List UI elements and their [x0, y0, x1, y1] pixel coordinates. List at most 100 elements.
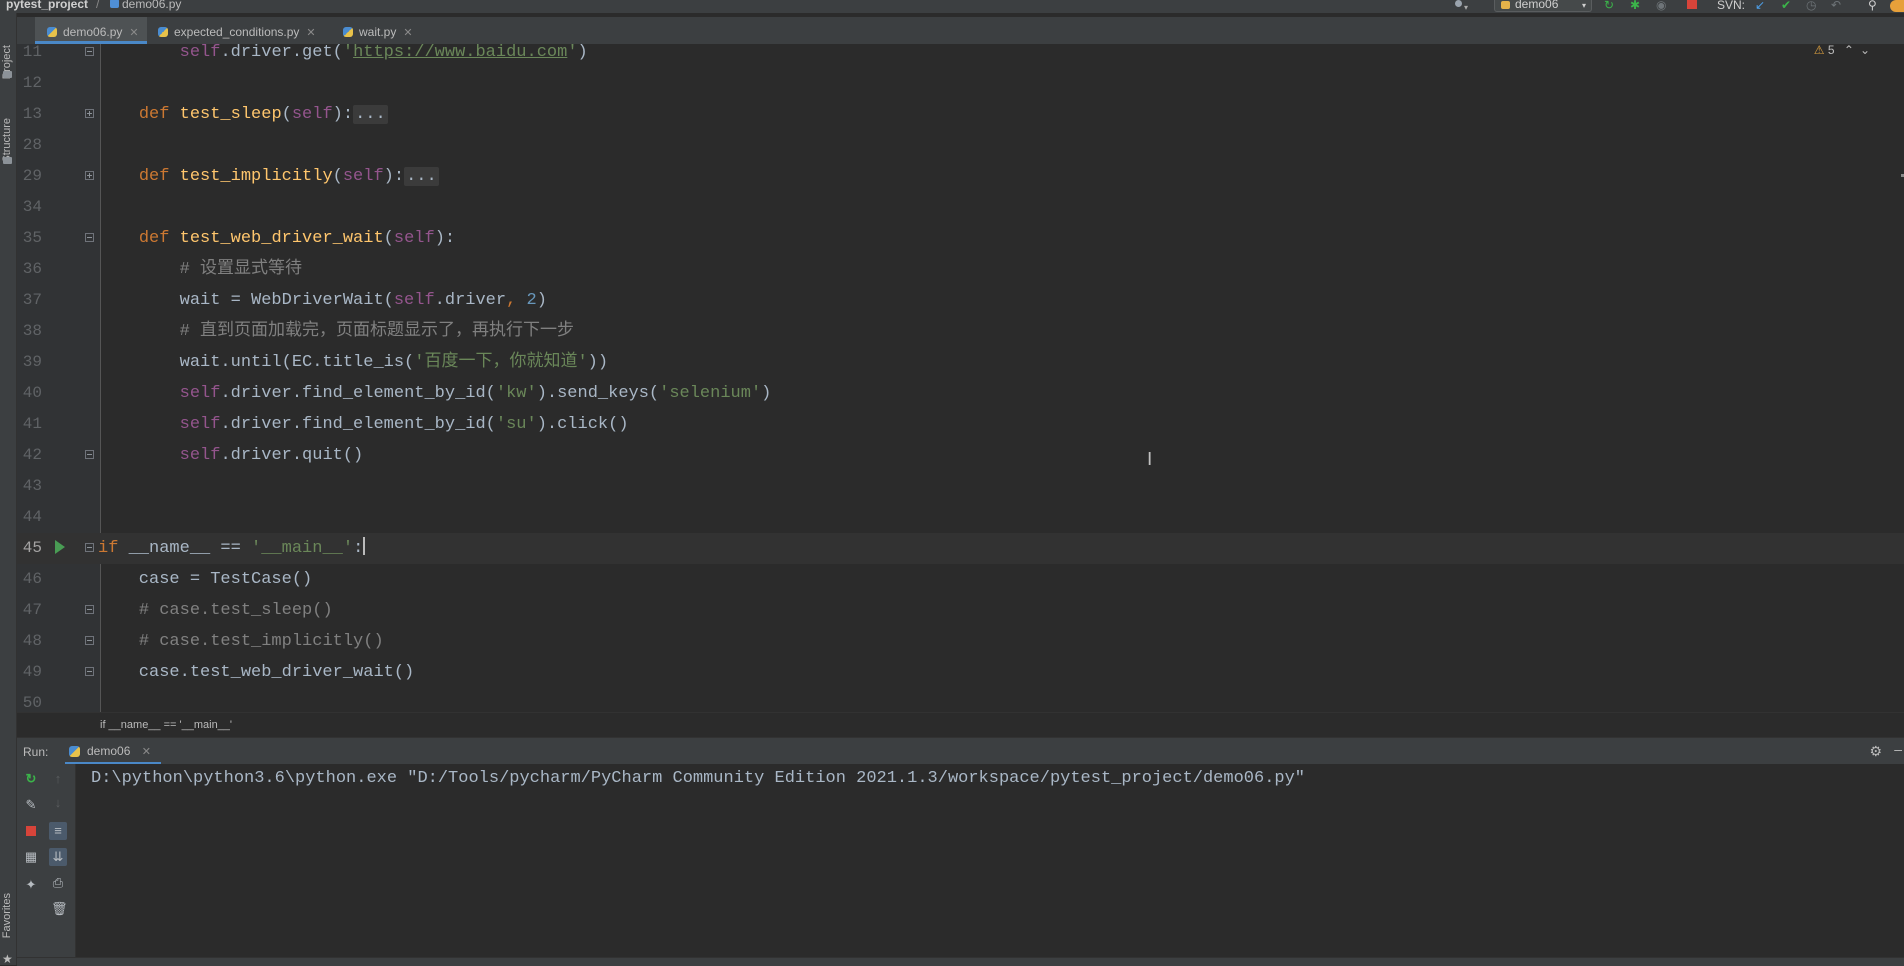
- code-line[interactable]: 12: [17, 68, 1904, 99]
- line-number[interactable]: 41: [17, 409, 42, 440]
- print-icon[interactable]: ⎙: [51, 876, 65, 890]
- coverage-icon[interactable]: ◉: [1656, 0, 1668, 11]
- code-line[interactable]: 46 case = TestCase(): [17, 564, 1904, 595]
- run-console[interactable]: D:\python\python3.6\python.exe "D:/Tools…: [76, 764, 1904, 957]
- run-config-selector[interactable]: demo06 ▾: [1494, 0, 1592, 12]
- user-icon[interactable]: ▾: [1450, 0, 1472, 12]
- code-line[interactable]: 47 # case.test_sleep(): [17, 595, 1904, 626]
- line-number[interactable]: 39: [17, 347, 42, 378]
- close-icon[interactable]: ✕: [142, 746, 151, 758]
- code-line[interactable]: 28: [17, 130, 1904, 161]
- line-number[interactable]: 11: [17, 44, 42, 68]
- code-text[interactable]: if __name__ == '__main__':: [98, 533, 366, 564]
- search-icon[interactable]: ⚲: [1868, 0, 1877, 11]
- code-line[interactable]: 40 self.driver.find_element_by_id('kw').…: [17, 378, 1904, 409]
- fold-icon[interactable]: [85, 667, 94, 676]
- code-line[interactable]: 49 case.test_web_driver_wait(): [17, 657, 1904, 688]
- svn-update-icon[interactable]: ↙: [1755, 0, 1765, 11]
- arrow-down-icon[interactable]: ↓: [51, 796, 65, 810]
- navigate-arrows-icon[interactable]: ⌃⌄: [1844, 44, 1876, 57]
- breadcrumb-file[interactable]: demo06.py: [110, 0, 181, 10]
- code-breadcrumb-label[interactable]: if __name__ == '__main__': [100, 713, 232, 737]
- fold-icon[interactable]: [85, 171, 94, 180]
- inspection-widget[interactable]: ⚠ 5 ⌃⌄: [1814, 44, 1876, 56]
- code-line[interactable]: 38 # 直到页面加载完，页面标题显示了，再执行下一步: [17, 316, 1904, 347]
- close-icon[interactable]: ✕: [129, 27, 138, 39]
- line-number[interactable]: 28: [17, 130, 42, 161]
- debug-icon[interactable]: ✱: [1630, 0, 1642, 11]
- code-editor[interactable]: 11 self.driver.get('https://www.baidu.co…: [17, 44, 1904, 712]
- code-text[interactable]: self.driver.find_element_by_id('kw').sen…: [98, 378, 772, 409]
- line-number[interactable]: 29: [17, 161, 42, 192]
- fold-icon[interactable]: [85, 543, 94, 552]
- run-tab-demo06[interactable]: demo06 ✕: [65, 738, 161, 765]
- code-line[interactable]: 11 self.driver.get('https://www.baidu.co…: [17, 44, 1904, 68]
- code-line[interactable]: 43: [17, 471, 1904, 502]
- soft-wrap-icon[interactable]: ≡: [49, 822, 67, 840]
- fold-icon[interactable]: [85, 233, 94, 242]
- minimize-icon[interactable]: –: [1894, 741, 1902, 757]
- close-icon[interactable]: ✕: [306, 27, 315, 39]
- stop-icon[interactable]: [26, 826, 36, 836]
- code-line[interactable]: 34: [17, 192, 1904, 223]
- code-text[interactable]: # 直到页面加载完，页面标题显示了，再执行下一步: [98, 316, 574, 347]
- structure-tool-button[interactable]: Structure: [1, 118, 13, 163]
- wrench-icon[interactable]: ✎: [24, 798, 38, 812]
- code-text[interactable]: def test_implicitly(self):...: [98, 161, 439, 192]
- code-line[interactable]: 41 self.driver.find_element_by_id('su').…: [17, 409, 1904, 440]
- rerun-icon[interactable]: ↻: [1604, 0, 1616, 11]
- fold-icon[interactable]: [85, 47, 94, 56]
- line-number[interactable]: 46: [17, 564, 42, 595]
- line-number[interactable]: 12: [17, 68, 42, 99]
- code-line[interactable]: 35 def test_web_driver_wait(self):: [17, 223, 1904, 254]
- line-number[interactable]: 48: [17, 626, 42, 657]
- line-number[interactable]: 37: [17, 285, 42, 316]
- svn-commit-icon[interactable]: ✔: [1781, 0, 1791, 11]
- code-line[interactable]: 37 wait = WebDriverWait(self.driver, 2): [17, 285, 1904, 316]
- line-number[interactable]: 44: [17, 502, 42, 533]
- line-number[interactable]: 42: [17, 440, 42, 471]
- tab-demo06[interactable]: demo06.py ✕: [35, 17, 147, 44]
- code-text[interactable]: self.driver.find_element_by_id('su').cli…: [98, 409, 629, 440]
- line-number[interactable]: 47: [17, 595, 42, 626]
- favorites-tool-button[interactable]: Favorites: [1, 893, 13, 938]
- code-line[interactable]: 44: [17, 502, 1904, 533]
- code-line[interactable]: 13 def test_sleep(self):...: [17, 99, 1904, 130]
- code-text[interactable]: self.driver.quit(): [98, 440, 364, 471]
- close-icon[interactable]: ✕: [403, 27, 412, 39]
- code-line[interactable]: 29 def test_implicitly(self):...: [17, 161, 1904, 192]
- code-text[interactable]: # case.test_sleep(): [98, 595, 333, 626]
- line-number[interactable]: 13: [17, 99, 42, 130]
- stop-icon[interactable]: [1687, 0, 1697, 9]
- line-number[interactable]: 35: [17, 223, 42, 254]
- svn-revert-icon[interactable]: ↶: [1831, 0, 1841, 11]
- scroll-to-end-icon[interactable]: ⇊: [49, 848, 67, 866]
- gear-icon[interactable]: ⚙: [1869, 743, 1882, 760]
- pin-icon[interactable]: ✦: [24, 878, 38, 892]
- tab-expected-conditions[interactable]: expected_conditions.py ✕: [158, 17, 316, 44]
- console-output-line[interactable]: D:\python\python3.6\python.exe "D:/Tools…: [91, 769, 1305, 788]
- svn-history-icon[interactable]: ◷: [1806, 0, 1816, 11]
- code-text[interactable]: wait = WebDriverWait(self.driver, 2): [98, 285, 547, 316]
- code-line[interactable]: 45 if __name__ == '__main__':: [17, 533, 1904, 564]
- layout-icon[interactable]: ▦: [24, 850, 38, 864]
- fold-icon[interactable]: [85, 450, 94, 459]
- code-line[interactable]: 42 self.driver.quit(): [17, 440, 1904, 471]
- line-number[interactable]: 38: [17, 316, 42, 347]
- code-text[interactable]: wait.until(EC.title_is('百度一下，你就知道')): [98, 347, 608, 378]
- code-text[interactable]: # 设置显式等待: [98, 254, 302, 285]
- code-line[interactable]: 36 # 设置显式等待: [17, 254, 1904, 285]
- code-text[interactable]: def test_sleep(self):...: [98, 99, 388, 130]
- line-number[interactable]: 34: [17, 192, 42, 223]
- rerun-icon[interactable]: ↻: [24, 772, 38, 786]
- line-number[interactable]: 50: [17, 688, 42, 712]
- fold-icon[interactable]: [85, 605, 94, 614]
- fold-icon[interactable]: [85, 109, 94, 118]
- line-number[interactable]: 45: [17, 533, 42, 564]
- line-number[interactable]: 40: [17, 378, 42, 409]
- code-breadcrumb[interactable]: if __name__ == '__main__': [17, 712, 1904, 737]
- run-gutter-icon[interactable]: [55, 540, 65, 554]
- code-text[interactable]: def test_web_driver_wait(self):: [98, 223, 455, 254]
- arrow-up-icon[interactable]: ↑: [51, 772, 65, 786]
- code-text[interactable]: # case.test_implicitly(): [98, 626, 384, 657]
